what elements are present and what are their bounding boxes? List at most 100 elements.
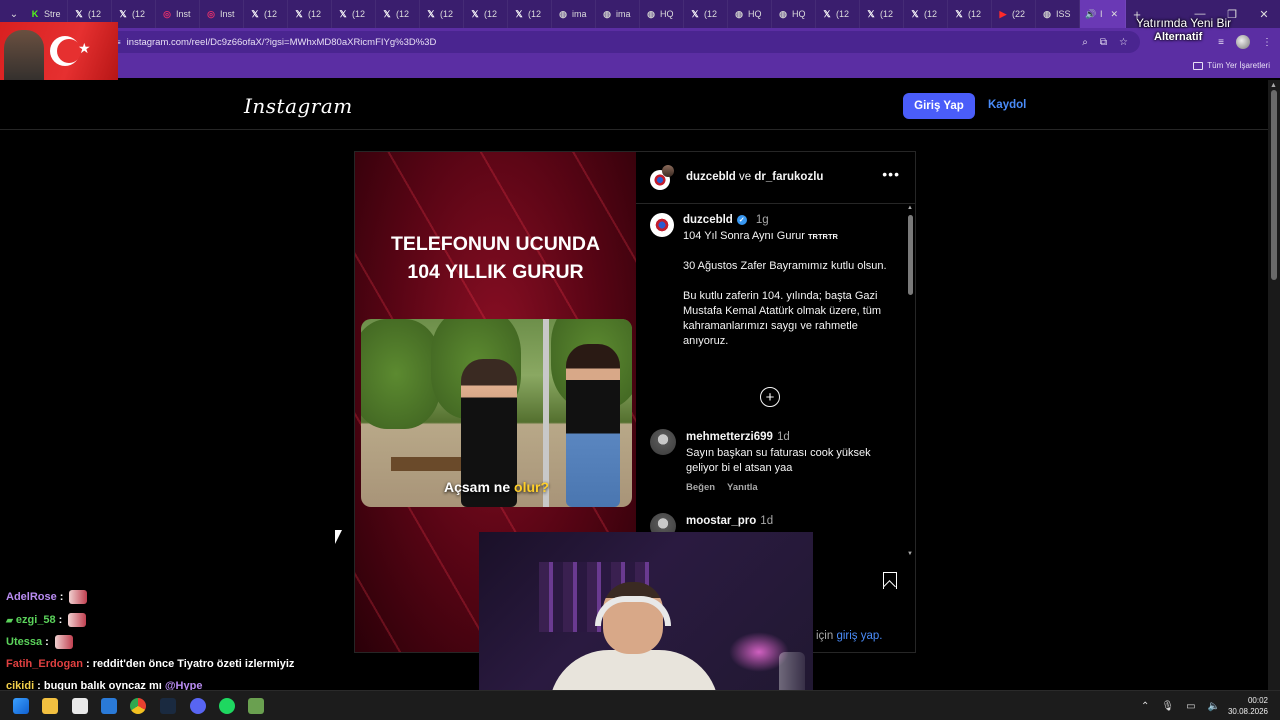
page-scroll-up-icon[interactable]: ▲	[1270, 82, 1277, 89]
chat-message: Utessa:	[6, 635, 73, 649]
browser-tab[interactable]: 𝕏 (12	[860, 0, 904, 28]
load-more-comments-icon[interactable]: +	[760, 387, 780, 407]
stream-chat-overlay: AdelRose: ▰ ezgi_58: Utessa: Fatih_Erdoga…	[0, 568, 470, 692]
save-bookmark-icon[interactable]	[883, 572, 897, 589]
collaborator-username[interactable]: dr_farukozlu	[754, 171, 823, 183]
tab-title: (12	[88, 9, 102, 19]
reply-comment-button[interactable]: Yanıtla	[727, 482, 758, 493]
caption-tag: TRTRTR	[807, 232, 838, 241]
browser-tab[interactable]: 𝕏 (12	[332, 0, 376, 28]
comments-scrollbar[interactable]: ▲ ▼	[907, 205, 915, 557]
browser-tab[interactable]: 𝕏 (12	[420, 0, 464, 28]
comment-text: Sayın başkan su faturası cook yüksek gel…	[686, 447, 871, 474]
browser-tab[interactable]: 𝕏 (12	[684, 0, 728, 28]
chrome-icon[interactable]	[130, 698, 146, 714]
headline-line-1: TELEFONUN UCUNDA	[390, 233, 601, 255]
caption-time[interactable]: 1g	[756, 214, 769, 226]
browser-tab[interactable]: 𝕏 (12	[904, 0, 948, 28]
video-frame-photo: Açsam ne olur?	[361, 319, 632, 507]
page-scroll-thumb[interactable]	[1271, 90, 1277, 280]
taskbar-clock[interactable]: 00:02 30.08.2026	[1228, 695, 1268, 717]
caption-username[interactable]: duzcebld	[683, 214, 733, 226]
browser-tab[interactable]: 𝕏 (12	[464, 0, 508, 28]
bookmark-star-icon[interactable]: ☆	[1119, 37, 1128, 48]
ad-line-2: Alternatif	[1154, 31, 1203, 43]
commenter-avatar[interactable]	[650, 429, 676, 455]
instagram-logo[interactable]: Instagram	[244, 94, 353, 118]
app-icon[interactable]	[248, 698, 264, 714]
headline-line-2: 104 YILLIK GURUR	[407, 261, 584, 283]
browser-tab[interactable]: 𝕏 (12	[244, 0, 288, 28]
page-scrollbar[interactable]: ▲	[1268, 80, 1280, 690]
caption-avatar[interactable]	[650, 213, 674, 237]
scroll-up-icon[interactable]: ▲	[907, 205, 913, 211]
install-app-icon[interactable]: ⧉	[1100, 37, 1107, 48]
browser-tab[interactable]: ▶ (22	[992, 0, 1036, 28]
browser-tab[interactable]: 𝕏 (12	[816, 0, 860, 28]
close-tab-icon[interactable]: ✕	[1111, 9, 1119, 20]
x-icon: 𝕏	[251, 8, 259, 19]
globe-icon: ◍	[559, 8, 567, 19]
mail-icon[interactable]	[101, 698, 117, 714]
browser-tab[interactable]: ◍ HQ	[728, 0, 772, 28]
chat-text: :	[45, 636, 49, 648]
browser-tab[interactable]: 𝕏 (12	[376, 0, 420, 28]
browser-tab[interactable]: ◍ ISS	[1036, 0, 1080, 28]
start-windows-icon[interactable]	[13, 698, 29, 714]
store-icon[interactable]	[72, 698, 88, 714]
browser-tab[interactable]: 𝕏 (12	[112, 0, 156, 28]
url-text[interactable]: instagram.com/reel/Dc9z66ofaX/?igsi=MWhx…	[127, 37, 437, 48]
comments-scroll-thumb[interactable]	[908, 215, 913, 295]
scroll-down-icon[interactable]: ▼	[907, 551, 913, 557]
close-window-icon[interactable]: ✕	[1248, 0, 1280, 28]
browser-tab[interactable]: ◍ HQ	[772, 0, 816, 28]
browser-tab[interactable]: 𝕏 (12	[508, 0, 552, 28]
signup-link[interactable]: Kaydol	[988, 99, 1026, 111]
x-icon: 𝕏	[119, 8, 127, 19]
author-username[interactable]: duzcebld	[686, 171, 736, 183]
discord-icon[interactable]	[190, 698, 206, 714]
browser-tab[interactable]: ◍ ima	[596, 0, 640, 28]
browser-tab[interactable]: ◎ Inst	[200, 0, 244, 28]
browser-tab[interactable]: ◎ Inst	[156, 0, 200, 28]
like-comment-button[interactable]: Beğen	[686, 482, 715, 493]
x-icon: 𝕏	[955, 8, 963, 19]
browser-menu-icon[interactable]: ⋮	[1262, 37, 1272, 48]
kick-icon: K	[31, 9, 39, 19]
clock-time: 00:02	[1247, 696, 1268, 705]
spotify-icon[interactable]	[219, 698, 235, 714]
folder-icon	[1193, 61, 1204, 70]
comment-username[interactable]: moostar_pro	[686, 515, 756, 527]
tab-title: (12	[132, 9, 146, 19]
network-icon[interactable]: ▭	[1186, 701, 1195, 712]
volume-icon[interactable]: 🔈	[1208, 701, 1220, 712]
tab-title: Stre	[44, 9, 61, 19]
comment-username[interactable]: mehmetterzi699	[686, 431, 773, 443]
x-icon: 𝕏	[515, 8, 523, 19]
login-prompt-link[interactable]: giriş yap.	[836, 630, 882, 642]
tab-title: (12	[484, 9, 498, 19]
more-options-icon[interactable]: •••	[882, 166, 900, 182]
browser-tab[interactable]: ◍ HQ	[640, 0, 684, 28]
file-explorer-icon[interactable]	[42, 698, 58, 714]
tab-title: Inst	[176, 9, 191, 19]
all-bookmarks-folder[interactable]: Tüm Yer İşaretleri	[1193, 61, 1270, 70]
collaborator-avatar[interactable]	[662, 165, 674, 177]
browser-tab[interactable]: 🔊 I ✕	[1080, 0, 1126, 28]
browser-tab[interactable]: 𝕏 (12	[288, 0, 332, 28]
profile-avatar[interactable]	[1236, 35, 1250, 49]
browser-tab[interactable]: 𝕏 (12	[948, 0, 992, 28]
chat-text: :	[58, 614, 63, 626]
tray-overflow-icon[interactable]: ⌃	[1141, 701, 1149, 712]
login-button[interactable]: Giriş Yap	[903, 93, 975, 119]
microphone-icon[interactable]: 🎙	[1161, 701, 1174, 712]
browser-tab[interactable]: ◍ ima	[552, 0, 596, 28]
x-icon: 𝕏	[339, 8, 347, 19]
subtitle-highlight: olur?	[514, 479, 550, 495]
globe-icon: ◍	[647, 8, 655, 19]
post-authors: duzcebld ve dr_farukozlu	[686, 171, 823, 183]
video-headline: TELEFONUN UCUNDA 104 YILLIK GURUR	[355, 230, 636, 286]
zoom-icon[interactable]: ⌕	[1082, 37, 1088, 48]
steam-icon[interactable]	[160, 698, 176, 714]
address-bar[interactable]: ≡ instagram.com/reel/Dc9z66ofaX/?igsi=MW…	[108, 31, 1140, 53]
